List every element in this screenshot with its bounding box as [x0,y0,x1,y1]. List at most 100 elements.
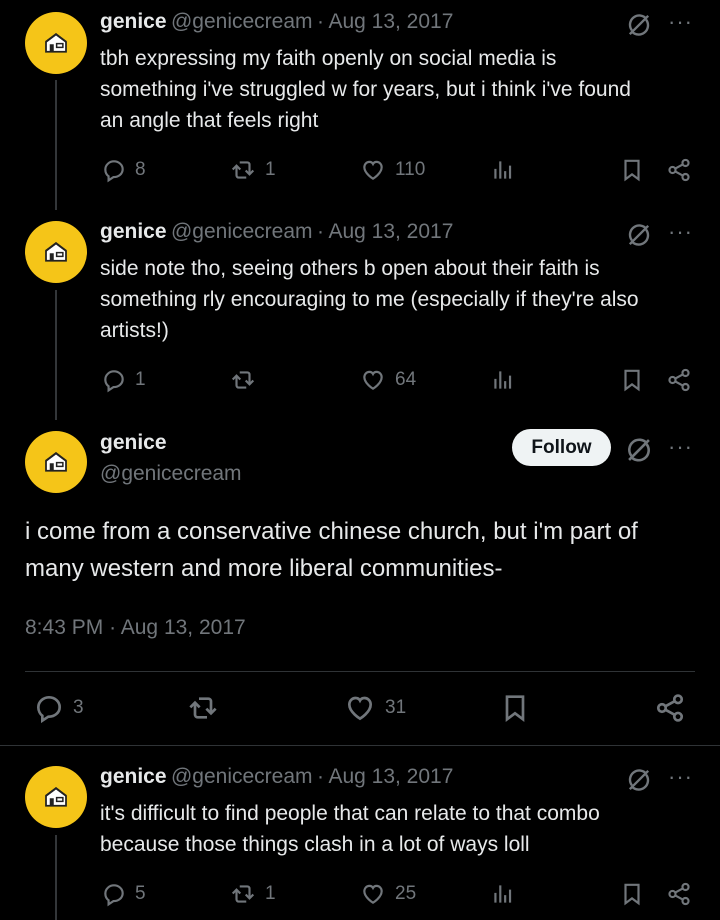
tweet-text: tbh expressing my faith openly on social… [100,43,700,136]
share-icon [654,692,686,724]
handle[interactable]: @genicecream [171,765,313,788]
avatar[interactable] [25,766,87,828]
retweet-icon [186,692,220,724]
bookmark-icon [619,367,645,393]
tweet-text-line: an angle that feels right [100,109,319,132]
share-button[interactable] [654,692,686,724]
share-button[interactable] [666,157,692,183]
like-count: 31 [385,697,407,718]
follow-button[interactable]: Follow [512,429,611,466]
tweet-text-line: tbh expressing my faith openly on social… [100,47,557,70]
display-name[interactable]: genice [100,10,167,33]
retweet-button[interactable]: 1 [229,157,276,183]
retweet-icon [229,881,257,907]
display-name[interactable]: genice [100,431,167,455]
avatar[interactable] [25,221,87,283]
tweet-header: genice @genicecream · Aug 13, 2017 [100,220,453,244]
thread-line [55,80,57,210]
reply-button[interactable]: 1 [101,367,146,393]
heart-icon [359,881,387,907]
like-button[interactable]: 31 [343,692,406,724]
retweet-button[interactable] [186,692,228,724]
more-icon[interactable]: ··· [668,219,693,245]
more-icon[interactable]: ··· [668,434,693,460]
thread-line [55,835,57,920]
retweet-count: 1 [265,883,276,904]
share-button[interactable] [666,367,692,393]
share-button[interactable] [666,881,692,907]
tweet-header: genice @genicecream · Aug 13, 2017 [100,10,453,34]
display-name[interactable]: genice [100,220,167,243]
retweet-button[interactable]: 1 [229,881,276,907]
house-avatar-icon [41,447,71,477]
separator: · [316,10,324,33]
views-button[interactable] [490,367,516,393]
like-count: 110 [395,159,426,180]
share-icon [666,881,692,907]
share-icon [666,157,692,183]
tweet-timestamp[interactable]: 8:43 PM · Aug 13, 2017 [25,616,246,640]
separator: · [316,765,324,788]
timestamp[interactable]: Aug 13, 2017 [328,765,453,788]
retweet-count: 1 [265,159,276,180]
more-icon[interactable]: ··· [668,764,693,790]
house-avatar-icon [41,237,71,267]
bookmark-icon [499,692,531,724]
bookmark-icon [619,157,645,183]
tweet-text: i come from a conservative chinese churc… [25,513,705,587]
reply-icon [101,157,127,183]
house-avatar-icon [41,28,71,58]
reply-button[interactable]: 3 [33,692,84,724]
grok-icon[interactable] [625,436,653,469]
more-icon[interactable]: ··· [668,9,693,35]
views-button[interactable] [490,881,516,907]
tweet-text-line: artists!) [100,319,169,342]
grok-icon[interactable] [626,222,652,253]
views-button[interactable] [490,157,516,183]
handle[interactable]: @genicecream [171,10,313,33]
grok-icon[interactable] [626,12,652,43]
timestamp[interactable]: Aug 13, 2017 [328,220,453,243]
bookmark-button[interactable] [499,692,531,724]
bookmark-icon [619,881,645,907]
reply-count: 1 [135,369,146,390]
like-button[interactable]: 25 [359,881,416,907]
views-icon [490,881,516,907]
share-icon [666,367,692,393]
reply-button[interactable]: 5 [101,881,146,907]
reply-count: 5 [135,883,146,904]
reply-icon [33,692,65,724]
retweet-button[interactable] [229,367,265,393]
tweet-header: genice @genicecream · Aug 13, 2017 [100,765,453,789]
like-button[interactable]: 64 [359,367,416,393]
tweet-text-line: something rly encouraging to me (especia… [100,288,639,311]
heart-icon [359,157,387,183]
avatar[interactable] [25,12,87,74]
separator: · [109,616,117,639]
divider [0,745,720,746]
heart-icon [343,692,377,724]
like-button[interactable]: 110 [359,157,425,183]
handle[interactable]: @genicecream [100,462,242,486]
retweet-icon [229,367,257,393]
views-icon [490,367,516,393]
reply-icon [101,367,127,393]
heart-icon [359,367,387,393]
reply-count: 3 [73,697,84,718]
tweet-text: it's difficult to find people that can r… [100,798,700,860]
tweet-text-line: i come from a conservative chinese churc… [25,518,638,545]
bookmark-button[interactable] [619,157,645,183]
handle[interactable]: @genicecream [171,220,313,243]
timestamp[interactable]: Aug 13, 2017 [328,10,453,33]
avatar[interactable] [25,431,87,493]
tweet-text-line: many western and more liberal communitie… [25,555,503,582]
bookmark-button[interactable] [619,881,645,907]
reply-button[interactable]: 8 [101,157,146,183]
time: 8:43 PM [25,616,104,639]
bookmark-button[interactable] [619,367,645,393]
display-name[interactable]: genice [100,765,167,788]
retweet-icon [229,157,257,183]
reply-icon [101,881,127,907]
grok-icon[interactable] [626,767,652,798]
thread-line [55,290,57,420]
